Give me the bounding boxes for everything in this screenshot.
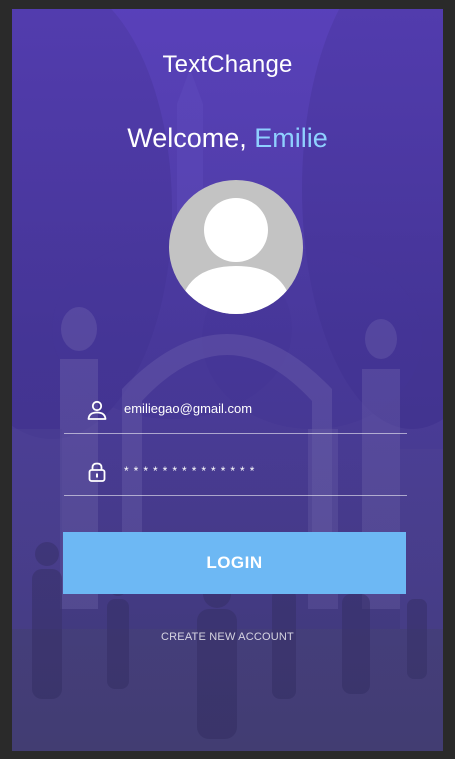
create-account-link[interactable]: CREATE NEW ACCOUNT (12, 631, 443, 643)
login-screen: TextChange Welcome, Emilie emiliegao@gma… (12, 9, 443, 751)
app-title: TextChange (162, 51, 293, 78)
welcome-prefix: Welcome, (127, 123, 255, 153)
email-value: emiliegao@gmail.com (124, 401, 253, 416)
email-field[interactable]: emiliegao@gmail.com (64, 389, 407, 434)
password-field[interactable]: ************** (64, 451, 407, 496)
welcome-user-name: Emilie (254, 123, 328, 153)
lock-icon (88, 462, 106, 482)
welcome-heading: Welcome, Emilie (12, 123, 443, 154)
person-silhouette-icon (179, 198, 293, 314)
password-value: ************** (124, 464, 260, 478)
device-frame: TextChange Welcome, Emilie emiliegao@gma… (0, 0, 455, 759)
login-button[interactable]: LOGIN (63, 532, 406, 594)
user-icon (87, 400, 107, 420)
avatar[interactable] (169, 180, 303, 314)
